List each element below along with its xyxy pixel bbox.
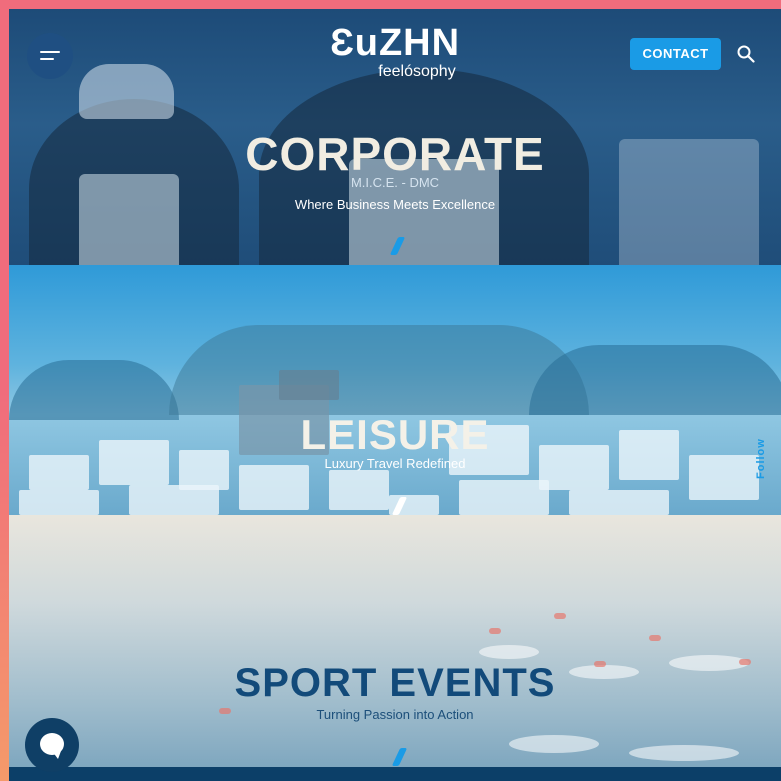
chat-icon-tail bbox=[52, 751, 61, 759]
top-frame bbox=[0, 0, 781, 9]
leisure-title: LEISURE bbox=[300, 411, 490, 458]
sport-events-title: SPORT EVENTS bbox=[234, 661, 556, 705]
corporate-tagline: M.I.C.E. - DMC bbox=[350, 175, 440, 190]
leisure-section[interactable]: LEISURE Luxury Travel Redefined bbox=[9, 265, 781, 515]
follow-side-label[interactable]: Follow bbox=[755, 438, 767, 479]
sport-slash-icon bbox=[391, 748, 408, 766]
search-icon[interactable] bbox=[737, 45, 755, 63]
corporate-subtitle: Where Business Meets Excellence bbox=[294, 197, 496, 212]
bottom-bar bbox=[9, 767, 781, 781]
page: CORPORATE M.I.C.E. - DMC Where Business … bbox=[9, 9, 781, 781]
sport-events-section[interactable]: SPORT EVENTS Turning Passion into Action bbox=[9, 515, 781, 767]
chat-button[interactable] bbox=[25, 718, 79, 772]
leisure-subtitle: Luxury Travel Redefined bbox=[324, 456, 466, 471]
contact-button[interactable]: CONTACT bbox=[630, 38, 721, 70]
corporate-title: CORPORATE bbox=[245, 128, 545, 180]
left-frame bbox=[0, 0, 9, 781]
sport-events-subtitle: Turning Passion into Action bbox=[316, 707, 474, 722]
